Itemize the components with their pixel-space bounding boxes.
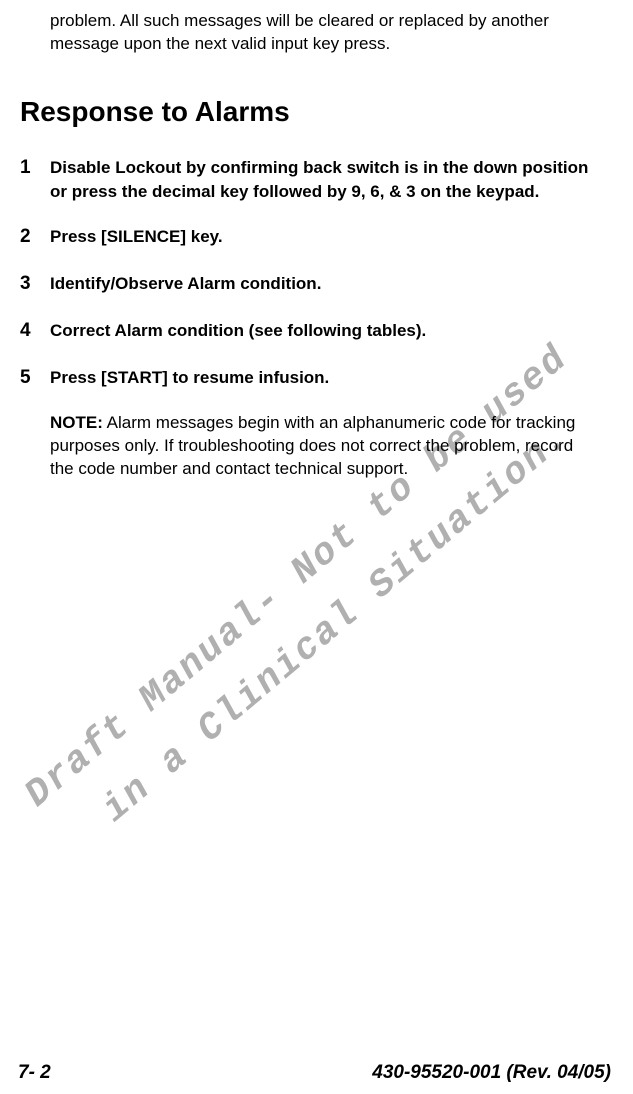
step-text: Press [SILENCE] key. xyxy=(50,225,599,249)
step-number: 2 xyxy=(20,225,42,250)
note-body: Alarm messages begin with an alphanumeri… xyxy=(50,413,575,478)
step-number: 3 xyxy=(20,272,42,297)
step-3: 3 Identify/Observe Alarm condition. xyxy=(50,272,599,297)
step-5: 5 Press [START] to resume infusion. xyxy=(50,366,599,391)
footer-page-number: 7- 2 xyxy=(18,1062,51,1084)
step-text: Identify/Observe Alarm condition. xyxy=(50,272,599,296)
step-text: Correct Alarm condition (see following t… xyxy=(50,319,599,343)
page-footer: 7- 2 430-95520-001 (Rev. 04/05) xyxy=(18,1062,611,1084)
section-heading: Response to Alarms xyxy=(20,96,599,128)
step-4: 4 Correct Alarm condition (see following… xyxy=(50,319,599,344)
step-text: Press [START] to resume infusion. xyxy=(50,366,599,390)
footer-doc-id: 430-95520-001 (Rev. 04/05) xyxy=(372,1062,611,1084)
step-text: Disable Lockout by confirming back switc… xyxy=(50,156,599,204)
note-label: NOTE: xyxy=(50,413,103,432)
note-paragraph: NOTE: Alarm messages begin with an alpha… xyxy=(50,412,599,481)
step-number: 4 xyxy=(20,319,42,344)
step-number: 1 xyxy=(20,156,42,181)
intro-paragraph: problem. All such messages will be clear… xyxy=(50,10,599,56)
step-number: 5 xyxy=(20,366,42,391)
step-2: 2 Press [SILENCE] key. xyxy=(50,225,599,250)
step-1: 1 Disable Lockout by confirming back swi… xyxy=(50,156,599,204)
